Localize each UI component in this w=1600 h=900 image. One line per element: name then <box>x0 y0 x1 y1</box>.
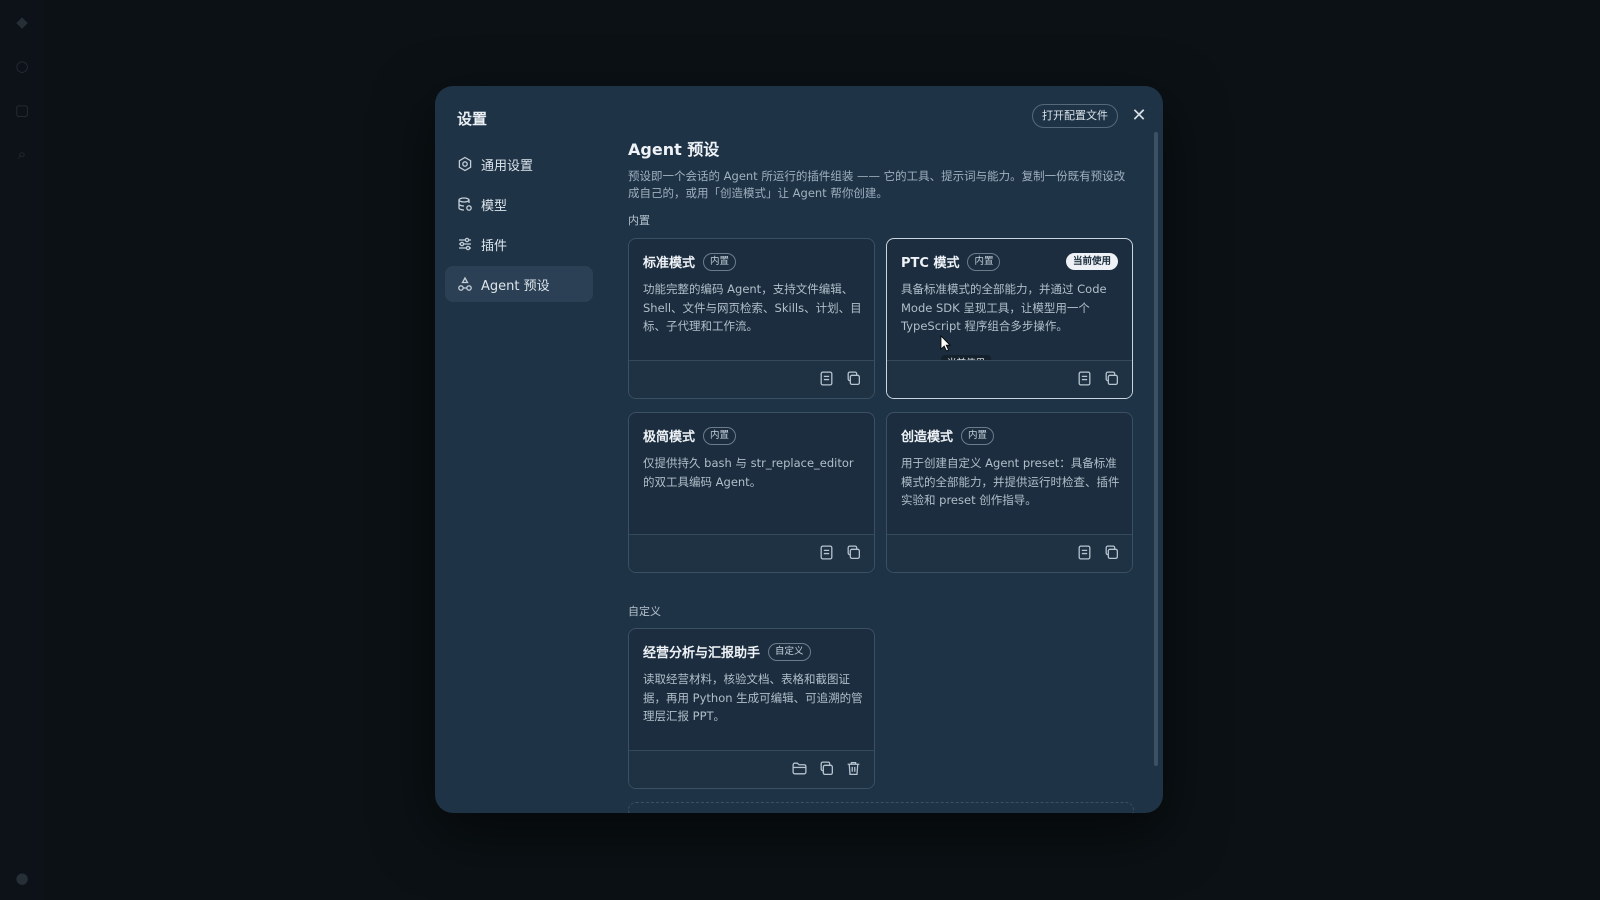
sidebar-item-label: 通用设置 <box>481 158 534 174</box>
scrollbar[interactable] <box>1154 132 1158 766</box>
card-footer <box>887 360 1132 398</box>
page-description: 预设即一个会话的 Agent 所运行的插件组装 —— 它的工具、提示词与能力。复… <box>628 169 1126 200</box>
view-details-icon[interactable] <box>818 544 835 561</box>
agent-icon <box>457 276 473 292</box>
card-footer <box>629 534 874 572</box>
preset-name: 标准模式 <box>643 256 696 271</box>
preset-card-ptc[interactable]: PTC 模式 内置 当前使用 具备标准模式的全部能力，并通过 Code Mode… <box>886 238 1133 399</box>
sidebar-item-label: 插件 <box>481 238 508 254</box>
preset-description: 仅提供持久 bash 与 str_replace_editor 的双工具编码 A… <box>643 456 854 489</box>
custom-tag: 自定义 <box>768 642 811 661</box>
database-icon <box>457 196 473 212</box>
preset-description: 功能完整的编码 Agent，支持文件编辑、Shell、文件与网页检索、Skill… <box>643 282 862 333</box>
builtin-tag: 内置 <box>703 426 737 445</box>
settings-dialog: 设置 打开配置文件 ✕ 通用设置 模型 插件 Agent 预设 Agent 预设… <box>435 86 1163 813</box>
preset-card-creation[interactable]: 创造模式 内置 用于创建自定义 Agent preset：具备标准模式的全部能力… <box>886 412 1133 573</box>
duplicate-icon[interactable] <box>1103 544 1120 561</box>
preset-card-standard[interactable]: 标准模式 内置 功能完整的编码 Agent，支持文件编辑、Shell、文件与网页… <box>628 238 875 399</box>
view-details-icon[interactable] <box>1076 544 1093 561</box>
delete-icon[interactable] <box>845 760 862 777</box>
sidebar-item-label: 模型 <box>481 198 508 214</box>
preset-card-custom[interactable]: 经营分析与汇报助手 自定义 读取经营材料，核验文档、表格和截图证据，再用 Pyt… <box>628 628 875 789</box>
card-footer <box>629 360 874 398</box>
preset-card-minimal[interactable]: 极简模式 内置 仅提供持久 bash 与 str_replace_editor … <box>628 412 875 573</box>
new-preset-placeholder[interactable] <box>628 802 1134 813</box>
sidebar-item-models[interactable]: 模型 <box>445 186 593 222</box>
card-footer <box>887 534 1132 572</box>
preset-description: 具备标准模式的全部能力，并通过 Code Mode SDK 呈现工具，让模型用一… <box>901 282 1107 333</box>
page-title: Agent 预设 <box>628 140 720 159</box>
preset-description: 读取经营材料，核验文档、表格和截图证据，再用 Python 生成可编辑、可追溯的… <box>643 672 863 723</box>
current-in-use-badge: 当前使用 <box>1065 253 1118 270</box>
sidebar-item-plugins[interactable]: 插件 <box>445 226 593 262</box>
preset-description: 用于创建自定义 Agent preset：具备标准模式的全部能力，并提供运行时检… <box>901 456 1120 507</box>
mouse-cursor-icon <box>940 335 951 352</box>
duplicate-icon[interactable] <box>1103 370 1120 387</box>
settings-sidebar: 通用设置 模型 插件 Agent 预设 <box>445 146 593 306</box>
preset-name: 创造模式 <box>901 430 954 445</box>
sidebar-item-label: Agent 预设 <box>481 278 550 294</box>
card-footer <box>629 750 874 788</box>
builtin-tag: 内置 <box>967 252 1001 271</box>
sliders-icon <box>457 236 473 252</box>
view-details-icon[interactable] <box>818 370 835 387</box>
duplicate-icon[interactable] <box>845 370 862 387</box>
preset-name: 极简模式 <box>643 430 696 445</box>
preset-name: 经营分析与汇报助手 <box>643 646 761 661</box>
duplicate-icon[interactable] <box>845 544 862 561</box>
section-label-builtin: 内置 <box>628 214 650 227</box>
agent-presets-panel: Agent 预设 预设即一个会话的 Agent 所运行的插件组装 —— 它的工具… <box>628 86 1138 813</box>
dialog-title: 设置 <box>457 110 488 128</box>
sidebar-item-agent-presets[interactable]: Agent 预设 <box>445 266 593 302</box>
view-details-icon[interactable] <box>1076 370 1093 387</box>
duplicate-icon[interactable] <box>818 760 835 777</box>
builtin-tag: 内置 <box>961 426 995 445</box>
open-folder-icon[interactable] <box>791 760 808 777</box>
section-label-custom: 自定义 <box>628 605 661 618</box>
preset-name: PTC 模式 <box>901 256 960 271</box>
gear-icon <box>457 156 473 172</box>
builtin-tag: 内置 <box>703 252 737 271</box>
sidebar-item-general[interactable]: 通用设置 <box>445 146 593 182</box>
